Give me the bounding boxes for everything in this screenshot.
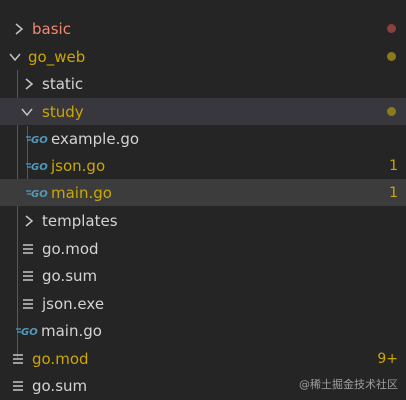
svg-text:GO: GO (31, 162, 48, 173)
tree-item-go-sum[interactable]: go.sum (0, 262, 406, 289)
problem-dot (387, 24, 396, 33)
problem-count-badge: 9+ (377, 350, 398, 367)
tree-item-main-go-selected[interactable]: GO main.go 1 (0, 179, 406, 206)
modified-dot (387, 52, 396, 61)
modified-dot (387, 107, 396, 116)
lines-file-icon (12, 353, 24, 365)
tree-item-label: main.go (51, 183, 112, 202)
tree-item-templates[interactable]: templates (0, 207, 406, 234)
chevron-right-icon (12, 22, 26, 36)
tree-item-label: example.go (51, 129, 140, 148)
problem-count-badge: 1 (389, 184, 398, 201)
tree-item-label: go.sum (42, 266, 98, 285)
chevron-right-icon (22, 214, 36, 228)
tree-item-label: basic (32, 19, 71, 38)
file-explorer-tree: basic go_web static study GO example.go … (0, 0, 406, 400)
chevron-right-icon (22, 77, 36, 91)
lines-file-icon (22, 270, 34, 282)
tree-item-label: static (42, 74, 84, 93)
go-file-icon: GO (26, 159, 48, 173)
tree-item-label: main.go (41, 321, 102, 340)
tree-item-label: go_web (28, 47, 86, 66)
tree-item-static[interactable]: static (0, 70, 406, 97)
tree-item-label: json.go (51, 156, 106, 175)
tree-item-go-mod[interactable]: go.mod (0, 235, 406, 262)
go-file-icon: GO (26, 132, 48, 146)
lines-file-icon (12, 380, 24, 392)
svg-text:GO: GO (31, 189, 48, 200)
tree-item-basic[interactable]: basic (0, 15, 406, 42)
tree-item-json-exe[interactable]: json.exe (0, 290, 406, 317)
tree-item-root-go-mod[interactable]: go.mod 9+ (0, 345, 406, 372)
tree-item-label: templates (42, 211, 118, 230)
lines-file-icon (22, 298, 34, 310)
tree-item-json-go[interactable]: GO json.go 1 (0, 152, 406, 179)
tree-item-study[interactable]: study (0, 98, 406, 125)
tree-item-go-web[interactable]: go_web (0, 43, 406, 70)
tree-item-main-go[interactable]: GO main.go (0, 317, 406, 344)
watermark: @稀土掘金技术社区 (299, 378, 398, 391)
svg-text:GO: GO (21, 327, 38, 338)
tree-item-label: go.sum (32, 376, 88, 395)
svg-text:GO: GO (31, 135, 48, 146)
chevron-down-icon (8, 50, 22, 64)
go-file-icon: GO (16, 324, 38, 338)
tree-item-label: json.exe (42, 294, 105, 313)
problem-count-badge: 1 (389, 157, 398, 174)
tree-item-example-go[interactable]: GO example.go (0, 125, 406, 152)
chevron-down-icon (20, 105, 34, 119)
tree-item-label: study (42, 102, 84, 121)
tree-item-label: go.mod (42, 239, 99, 258)
lines-file-icon (22, 243, 34, 255)
tree-item-label: go.mod (32, 349, 89, 368)
go-file-icon: GO (26, 186, 48, 200)
